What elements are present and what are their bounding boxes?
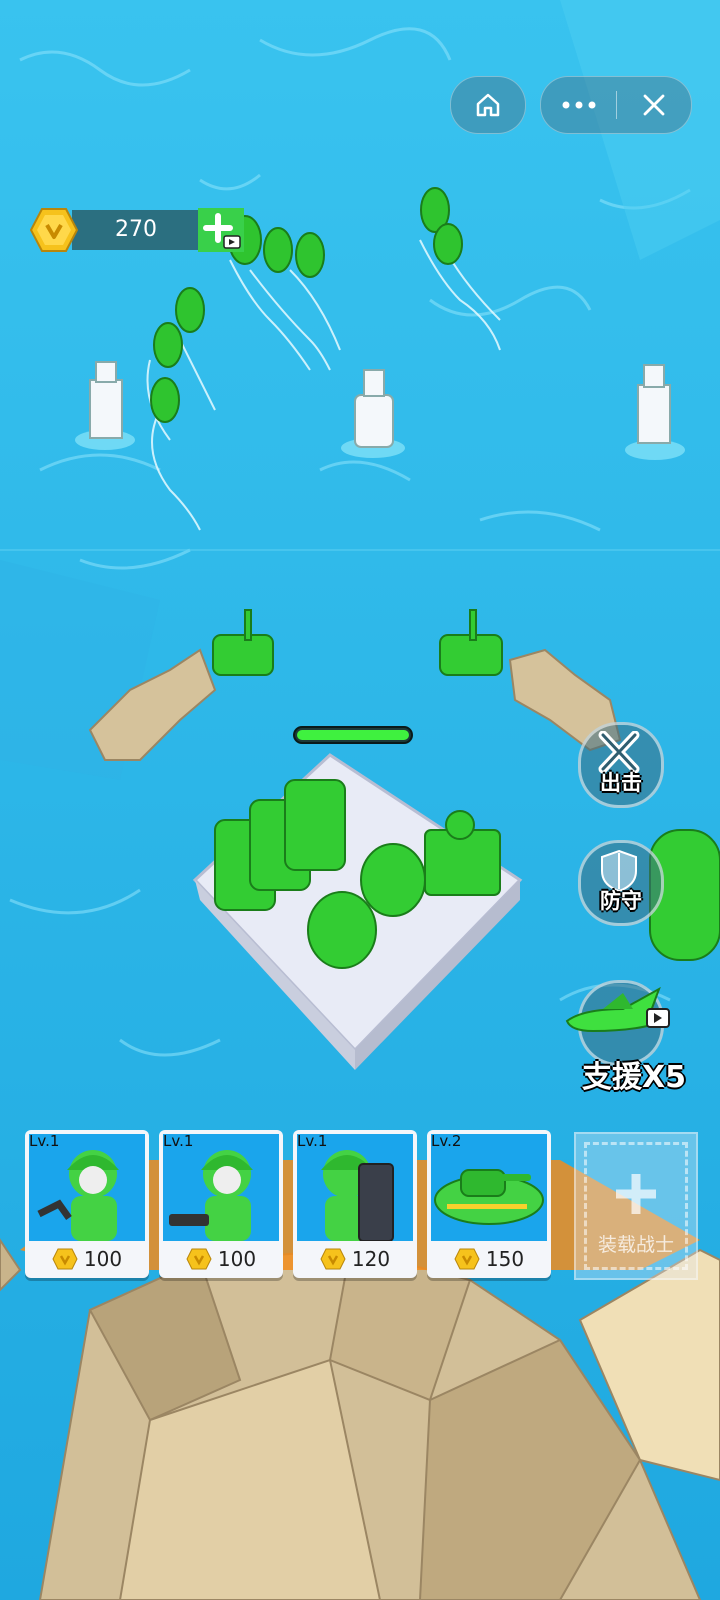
close-button[interactable] [617,77,691,133]
home-button[interactable] [451,77,525,133]
attack-button[interactable]: 出击 [578,722,664,808]
unit-image [297,1134,413,1241]
home-capsule [450,76,526,134]
unit-price: 150 [427,1242,551,1276]
load-warrior-label: 装载战士 [597,1234,674,1256]
unit-card-2[interactable]: Lv.1 100 [159,1130,283,1278]
gold-coin-icon [454,1248,480,1270]
unit-level: Lv.1 [29,1132,60,1150]
defend-button[interactable]: 防守 [578,840,664,926]
gold-coin-icon [30,208,78,252]
add-coins-button[interactable] [198,208,244,252]
gold-coin-icon [320,1248,346,1270]
load-warrior-slot[interactable]: 装载战士 [574,1132,698,1280]
coin-value: 270 [72,210,200,250]
support-count: X5 [642,1060,687,1095]
defend-label: 防守 [600,889,642,913]
gold-coin-icon [186,1248,212,1270]
unit-price: 120 [293,1242,417,1276]
unit-card-1[interactable]: Lv.1 100 [25,1130,149,1278]
unit-price-value: 150 [485,1247,525,1271]
unit-image [431,1134,547,1241]
plus-video-icon [203,213,241,249]
unit-card-4[interactable]: Lv.2 150 [427,1130,551,1278]
unit-price: 100 [25,1242,149,1276]
unit-level: Lv.1 [163,1132,194,1150]
close-icon [643,94,665,116]
plus-icon [616,1174,656,1214]
base-health-bar-fill [297,730,409,740]
unit-card-3[interactable]: Lv.1 120 [293,1130,417,1278]
unit-level: Lv.1 [297,1132,328,1150]
coin-counter: 270 [30,208,244,252]
support-label-text: 支援 [582,1060,642,1095]
unit-level: Lv.2 [431,1132,462,1150]
unit-price-value: 100 [217,1247,257,1271]
soldier-shield-icon [321,1150,394,1241]
tank-boat-icon [434,1169,544,1225]
unit-image [163,1134,279,1241]
soldier-wrench-icon [37,1150,119,1241]
jet-plane-icon [565,986,670,1033]
more-button[interactable] [541,77,616,133]
unit-image [29,1134,145,1241]
home-icon [476,93,500,117]
unit-price: 100 [159,1242,283,1276]
gold-coin-icon [52,1248,78,1270]
soldier-gun-icon [169,1150,253,1241]
more-dots-icon [562,101,595,109]
unit-price-value: 120 [351,1247,391,1271]
attack-label: 出击 [600,771,642,795]
unit-price-value: 100 [83,1247,123,1271]
menu-capsule [540,76,692,134]
support-label: 支援X5 [582,1052,686,1096]
